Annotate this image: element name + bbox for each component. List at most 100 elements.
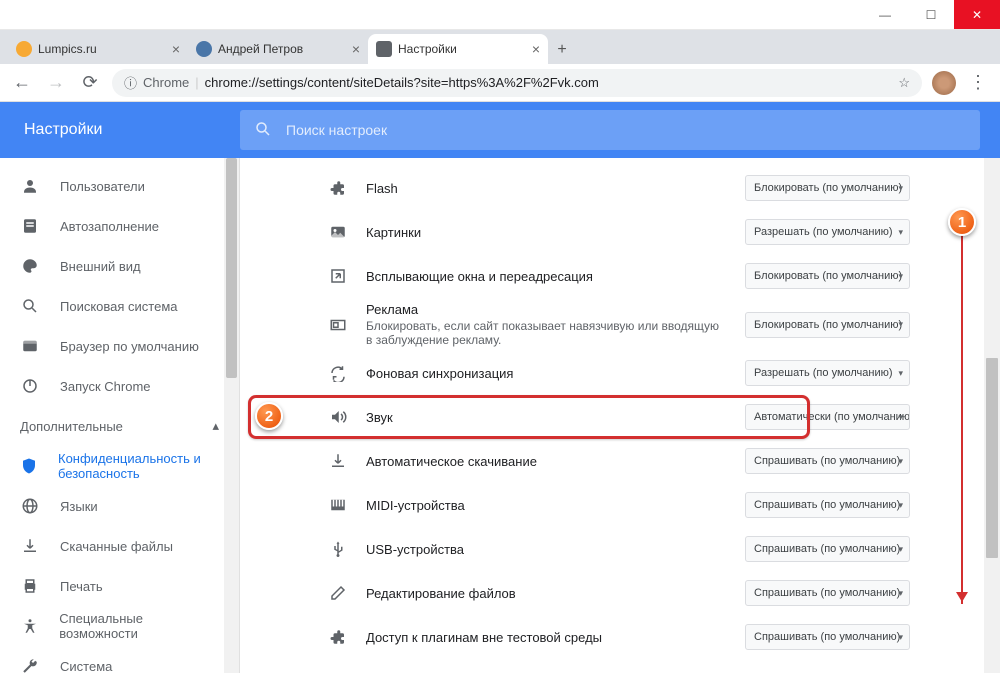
tab-close-0[interactable]: × [172, 41, 180, 57]
tab-2[interactable]: Настройки × [368, 34, 548, 64]
sidebar-item-label: Браузер по умолчанию [60, 339, 199, 354]
permission-label: Автоматическое скачивание [366, 454, 727, 469]
sidebar-item-label: Конфиденциальность и безопасность [58, 451, 219, 481]
accessibility-icon [20, 616, 39, 636]
tab-strip: Lumpics.ru × Андрей Петров × Настройки ×… [0, 30, 1000, 64]
sidebar-item-download[interactable]: Скачанные файлы [0, 526, 239, 566]
back-button[interactable]: ← [10, 71, 34, 95]
favicon-0 [16, 41, 32, 57]
image-icon [328, 223, 348, 241]
sidebar-item-label: Система [60, 659, 112, 673]
permission-select[interactable]: Блокировать (по умолчанию) [745, 175, 910, 201]
permission-select[interactable]: Спрашивать (по умолчанию) [745, 448, 910, 474]
permission-label: Звук [366, 410, 727, 425]
sidebar-item-label: Специальные возможности [59, 611, 219, 641]
permission-select[interactable]: Блокировать (по умолчанию) [745, 263, 910, 289]
settings-title: Настройки [0, 121, 240, 139]
tab-1[interactable]: Андрей Петров × [188, 34, 368, 64]
forward-button[interactable]: → [44, 71, 68, 95]
midi-icon [328, 496, 348, 514]
scroll-arrow [961, 234, 963, 604]
permission-label: РекламаБлокировать, если сайт показывает… [366, 302, 727, 347]
page-scrollbar[interactable] [984, 158, 1000, 673]
sidebar-item-globe[interactable]: Языки [0, 486, 239, 526]
tab-0[interactable]: Lumpics.ru × [8, 34, 188, 64]
permission-select[interactable]: Разрешать (по умолчанию) [745, 360, 910, 386]
permission-row-sync: Фоновая синхронизация Разрешать (по умол… [320, 351, 920, 395]
permission-row-image: Картинки Разрешать (по умолчанию) [320, 210, 920, 254]
profile-avatar[interactable] [932, 71, 956, 95]
search-icon [254, 120, 272, 141]
sidebar-item-autofill[interactable]: Автозаполнение [0, 206, 239, 246]
sidebar-item-power[interactable]: Запуск Chrome [0, 366, 239, 406]
reload-button[interactable]: ⟳ [78, 71, 102, 95]
chevron-up-icon: ▴ [212, 418, 219, 434]
tab-title-2: Настройки [398, 42, 526, 56]
permission-row-puzzle: Flash Блокировать (по умолчанию) [320, 166, 920, 210]
sidebar-item-label: Запуск Chrome [60, 379, 151, 394]
window-titlebar: — ☐ ✕ [0, 0, 1000, 30]
power-icon [20, 376, 40, 396]
wrench-icon [20, 656, 40, 673]
sidebar-scrollbar[interactable] [224, 158, 239, 673]
autofill-icon [20, 216, 40, 236]
main-area: Пользователи Автозаполнение Внешний вид Пои… [0, 158, 1000, 673]
menu-button[interactable]: ⋮ [966, 71, 990, 95]
permission-select[interactable]: Автоматически (по умолчанию) [745, 404, 910, 430]
globe-icon [20, 496, 40, 516]
settings-search[interactable]: Поиск настроек [240, 110, 980, 150]
permission-row-puzzle: Доступ к плагинам вне тестовой среды Спр… [320, 615, 920, 659]
settings-sidebar: Пользователи Автозаполнение Внешний вид Пои… [0, 158, 240, 673]
sidebar-item-label: Пользователи [60, 179, 145, 194]
window-minimize[interactable]: — [862, 0, 908, 29]
settings-header: Настройки Поиск настроек [0, 102, 1000, 158]
tab-title-0: Lumpics.ru [38, 42, 166, 56]
window-close[interactable]: ✕ [954, 0, 1000, 29]
window-maximize[interactable]: ☐ [908, 0, 954, 29]
sidebar-item-shield[interactable]: Конфиденциальность и безопасность [0, 446, 239, 486]
shield-icon [20, 456, 38, 476]
permission-select[interactable]: Спрашивать (по умолчанию) [745, 624, 910, 650]
sidebar-item-palette[interactable]: Внешний вид [0, 246, 239, 286]
sidebar-item-label: Скачанные файлы [60, 539, 173, 554]
settings-content: Flash Блокировать (по умолчанию) Картинк… [240, 158, 1000, 673]
new-tab-button[interactable]: + [548, 36, 576, 64]
favicon-2 [376, 41, 392, 57]
popup-icon [328, 267, 348, 285]
sidebar-item-label: Поисковая система [60, 299, 178, 314]
permission-row-midi: MIDI-устройства Спрашивать (по умолчанию… [320, 483, 920, 527]
permission-select[interactable]: Спрашивать (по умолчанию) [745, 580, 910, 606]
permission-row-edit: Редактирование файлов Спрашивать (по умо… [320, 571, 920, 615]
sidebar-item-print[interactable]: Печать [0, 566, 239, 606]
permission-row-usb: USB-устройства Спрашивать (по умолчанию) [320, 527, 920, 571]
print-icon [20, 576, 40, 596]
tab-close-1[interactable]: × [352, 41, 360, 57]
sidebar-item-label: Языки [60, 499, 98, 514]
sidebar-item-browser[interactable]: Браузер по умолчанию [0, 326, 239, 366]
usb-icon [328, 540, 348, 558]
permission-select[interactable]: Спрашивать (по умолчанию) [745, 536, 910, 562]
info-icon: ⓘ [124, 73, 137, 92]
permission-select[interactable]: Разрешать (по умолчанию) [745, 219, 910, 245]
star-icon[interactable]: ☆ [898, 75, 910, 91]
permission-label: Картинки [366, 225, 727, 240]
tab-title-1: Андрей Петров [218, 42, 346, 56]
search-icon [20, 296, 40, 316]
permission-label: MIDI-устройства [366, 498, 727, 513]
palette-icon [20, 256, 40, 276]
permission-row-download: Автоматическое скачивание Спрашивать (по… [320, 439, 920, 483]
permission-select[interactable]: Спрашивать (по умолчанию) [745, 492, 910, 518]
download-icon [20, 536, 40, 556]
sidebar-item-label: Внешний вид [60, 259, 141, 274]
address-bar[interactable]: ⓘ Chrome | chrome://settings/content/sit… [112, 69, 922, 97]
permission-label: Фоновая синхронизация [366, 366, 727, 381]
sidebar-item-person[interactable]: Пользователи [0, 166, 239, 206]
permission-select[interactable]: Блокировать (по умолчанию) [745, 312, 910, 338]
sidebar-item-label: Печать [60, 579, 103, 594]
sidebar-section-advanced[interactable]: Дополнительные▴ [0, 406, 239, 446]
sidebar-item-search[interactable]: Поисковая система [0, 286, 239, 326]
sidebar-item-wrench[interactable]: Система [0, 646, 239, 673]
tab-close-2[interactable]: × [532, 41, 540, 57]
browser-toolbar: ← → ⟳ ⓘ Chrome | chrome://settings/conte… [0, 64, 1000, 102]
sidebar-item-accessibility[interactable]: Специальные возможности [0, 606, 239, 646]
